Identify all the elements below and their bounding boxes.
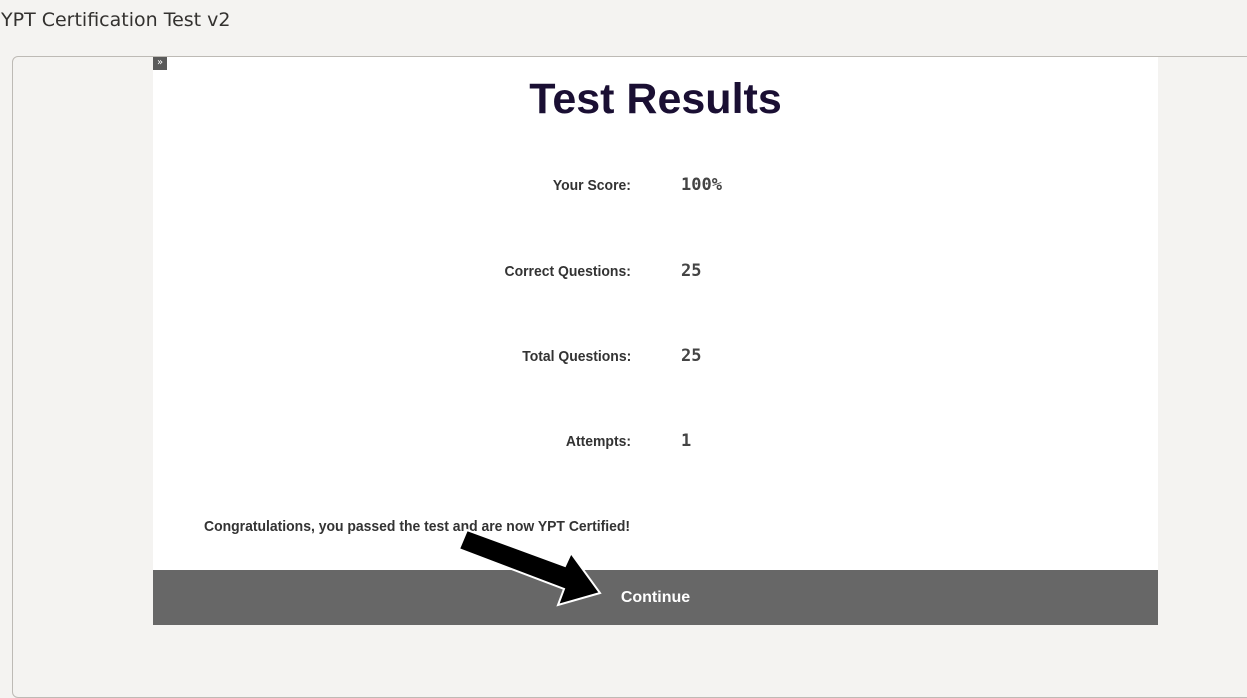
stat-label: Correct Questions: (504, 263, 631, 280)
expand-sidebar-button[interactable]: » (153, 57, 167, 70)
stat-label: Attempts: (565, 433, 631, 450)
stat-row-attempts: Attempts: 1 (153, 431, 1158, 457)
results-panel: » Test Results Your Score: 100% Correct … (153, 57, 1158, 625)
stat-value: 100% (681, 175, 722, 195)
stat-label: Your Score: (552, 177, 631, 194)
stat-label: Total Questions: (521, 348, 631, 365)
pass-message: Congratulations, you passed the test and… (204, 518, 631, 535)
page-title: YPT Certification Test v2 (1, 9, 231, 31)
stat-value: 25 (681, 346, 702, 366)
double-chevron-right-icon: » (156, 57, 164, 68)
stat-value: 1 (681, 431, 692, 451)
continue-button-label: Continue (620, 588, 691, 606)
stat-row-total: Total Questions: 25 (153, 346, 1158, 372)
stat-value: 25 (681, 261, 702, 281)
stat-row-score: Your Score: 100% (153, 175, 1158, 201)
results-heading: Test Results (529, 75, 782, 123)
stat-row-correct: Correct Questions: 25 (153, 261, 1158, 287)
continue-button[interactable]: Continue (153, 570, 1158, 625)
